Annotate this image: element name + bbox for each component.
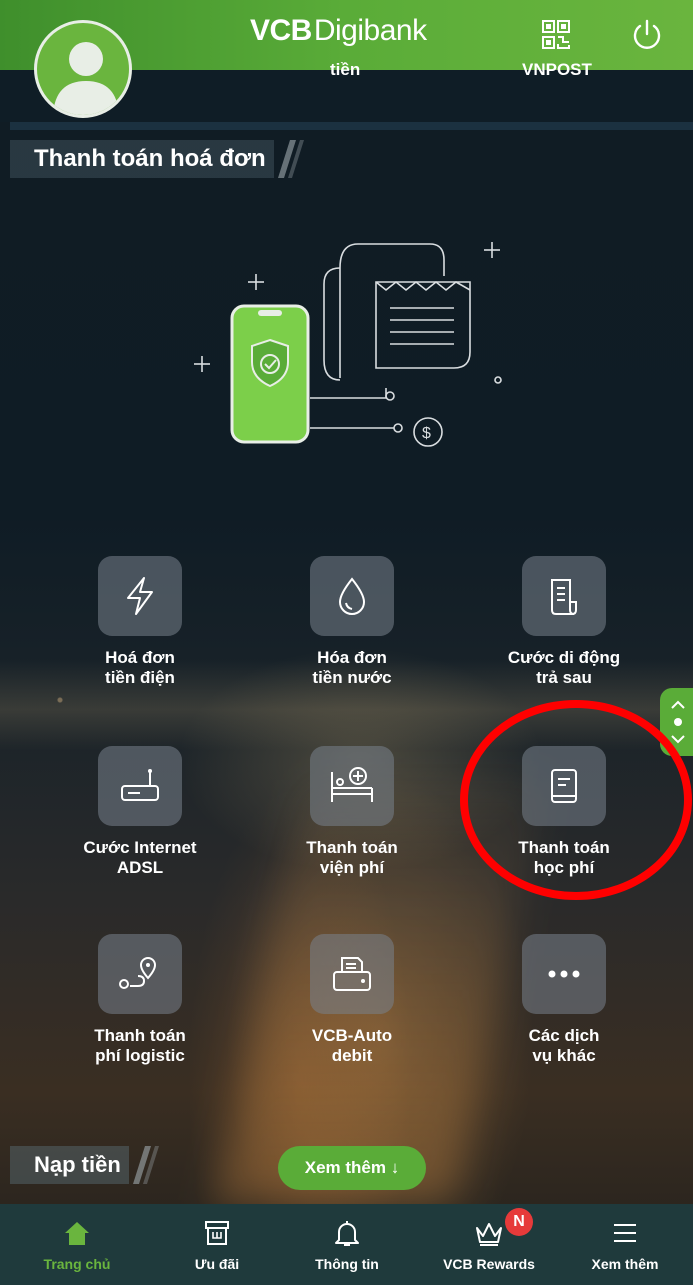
title-slash-decoration <box>277 140 304 178</box>
strip-label-right[interactable]: VNPOST <box>522 60 592 80</box>
service-label: VCB-Auto debit <box>311 1026 393 1065</box>
bell-icon <box>335 1221 359 1246</box>
crown-icon <box>476 1223 502 1246</box>
location-route-icon <box>119 956 157 989</box>
deposit-section-title: Nạp tiền <box>10 1146 159 1184</box>
bottom-tab-bar: Trang chủ Ưu đãi Thông tin VCB Rewards X… <box>0 1204 693 1285</box>
service-internet-adsl[interactable]: Cước Internet ADSL <box>40 746 240 878</box>
section-title-text: Thanh toán hoá đơn <box>10 140 274 178</box>
service-tile[interactable] <box>310 746 394 826</box>
bill-icon <box>551 579 577 615</box>
tab-label: Thông tin <box>315 1256 379 1272</box>
hospital-bed-icon <box>331 767 373 802</box>
tab-info[interactable]: Thông tin <box>282 1204 412 1285</box>
divider <box>10 122 693 130</box>
power-icon[interactable] <box>630 18 664 52</box>
logo-bold-text: VCB <box>250 14 312 47</box>
home-icon <box>65 1222 89 1245</box>
tab-offers[interactable]: Ưu đãi <box>152 1204 282 1285</box>
svg-text:$: $ <box>422 425 431 442</box>
service-tile[interactable] <box>98 934 182 1014</box>
service-other[interactable]: Các dịch vụ khác <box>464 934 664 1066</box>
logo-light-text: Digibank <box>313 14 427 47</box>
tab-label: Trang chủ <box>43 1256 111 1272</box>
service-hospital-fee[interactable]: Thanh toán viện phí <box>252 746 452 878</box>
app-logo: VCB Digibank <box>250 14 427 54</box>
service-tile[interactable] <box>310 934 394 1014</box>
service-logistic-fee[interactable]: Thanh toán phí logistic <box>40 934 240 1066</box>
service-tile[interactable] <box>98 556 182 636</box>
service-label: Cước di động trả sau <box>507 648 621 687</box>
water-drop-icon <box>338 577 366 615</box>
service-auto-debit[interactable]: VCB-Auto debit <box>252 934 452 1066</box>
service-label: Hóa đơn tiền nước <box>312 648 392 687</box>
menu-icon <box>614 1224 636 1242</box>
strip-label-left[interactable]: tiền <box>330 60 360 80</box>
router-icon <box>121 769 159 801</box>
service-electricity-bill[interactable]: Hoá đơn tiền điện <box>40 556 240 688</box>
tab-label: Ưu đãi <box>194 1256 240 1272</box>
more-dots-icon <box>548 970 580 978</box>
service-postpaid-mobile[interactable]: Cước di động trả sau <box>464 556 664 688</box>
service-label: Các dịch vụ khác <box>528 1026 600 1065</box>
service-tile[interactable] <box>98 746 182 826</box>
bill-payment-illustration: $ <box>194 242 502 447</box>
qr-code-icon[interactable] <box>542 20 570 50</box>
tab-label: Xem thêm <box>591 1256 659 1272</box>
title-slash-decoration <box>132 1146 159 1184</box>
rewards-notification-badge: N <box>505 1208 533 1236</box>
lightning-icon <box>127 577 153 615</box>
highlight-circle-annotation <box>460 700 692 900</box>
section-title: Thanh toán hoá đơn <box>10 140 304 178</box>
deposit-title-text: Nạp tiền <box>10 1146 129 1184</box>
tab-home[interactable]: Trang chủ <box>12 1204 142 1285</box>
tab-label: VCB Rewards <box>443 1256 535 1272</box>
service-water-bill[interactable]: Hóa đơn tiền nước <box>252 556 452 688</box>
service-tile[interactable] <box>522 556 606 636</box>
service-tile[interactable] <box>310 556 394 636</box>
gift-box-icon <box>205 1221 229 1245</box>
printer-icon <box>333 957 371 991</box>
see-more-button[interactable]: Xem thêm ↓ <box>278 1146 426 1190</box>
service-label: Thanh toán phí logistic <box>94 1026 186 1065</box>
avatar[interactable] <box>34 20 132 118</box>
service-tile[interactable] <box>522 934 606 1014</box>
tab-vcb-rewards[interactable]: VCB Rewards <box>424 1204 554 1285</box>
service-label: Thanh toán viện phí <box>306 838 398 877</box>
tab-more[interactable]: Xem thêm <box>560 1204 690 1285</box>
service-label: Cước Internet ADSL <box>83 838 197 877</box>
service-label: Hoá đơn tiền điện <box>105 648 175 687</box>
